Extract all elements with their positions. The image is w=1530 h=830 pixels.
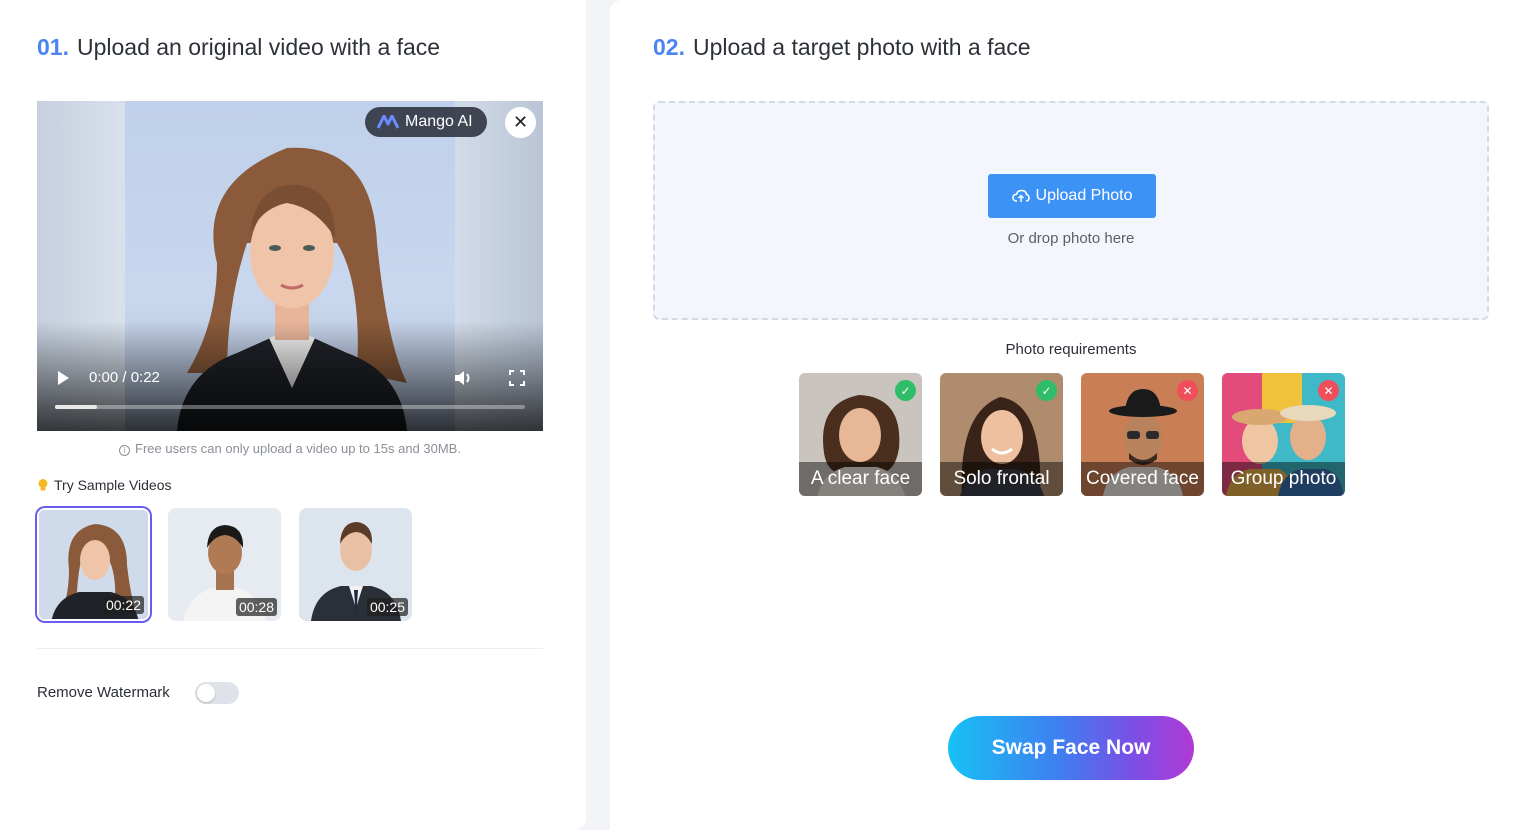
step-1-number: 01. [37,34,69,60]
step-1-text: Upload an original video with a face [76,34,441,60]
sample-videos-label: Try Sample Videos [54,477,172,493]
upload-photo-label: Upload Photo [1035,187,1133,204]
close-icon: ✕ [512,112,529,132]
video-time: 0:00 / 0:22 [89,369,160,386]
mango-ai-badge: Mango AI [365,107,487,137]
requirement-group-photo: ✕ Group photo [1222,373,1345,496]
cross-icon: ✕ [1177,380,1198,401]
sample-video-2[interactable]: 00:28 [168,508,281,621]
volume-icon[interactable] [453,369,473,387]
cross-icon: ✕ [1318,380,1339,401]
requirement-covered-face: ✕ Covered face [1081,373,1204,496]
requirement-solo-frontal-label: Solo frontal [940,462,1063,496]
bulb-icon [38,479,48,491]
sample-video-3[interactable]: 00:25 [299,508,412,621]
mango-logo-icon [377,115,399,129]
fullscreen-icon[interactable] [508,369,526,387]
step-1-title: 01. Upload an original video with a face [37,34,440,61]
sample-video-1[interactable]: 00:22 [37,508,150,621]
video-player[interactable]: Mango AI ✕ 0:00 / 0:22 [37,101,543,431]
requirement-clear-face: ✓ A clear face [799,373,922,496]
sample-video-3-duration: 00:25 [366,598,408,616]
sample-videos-heading: Try Sample Videos [37,477,172,493]
photo-upload-panel: 02. Upload a target photo with a face Upl… [610,0,1530,830]
info-icon: i [119,445,131,456]
step-2-text: Upload a target photo with a face [692,34,1031,60]
requirement-solo-frontal: ✓ Solo frontal [940,373,1063,496]
video-upload-panel: 01. Upload an original video with a face … [0,0,586,830]
requirement-group-photo-label: Group photo [1222,462,1345,496]
photo-requirements-title: Photo requirements [1005,341,1137,358]
check-icon: ✓ [895,380,916,401]
requirement-clear-face-label: A clear face [799,462,922,496]
upload-photo-button[interactable]: Upload Photo [988,174,1156,218]
upload-limit-note: i Free users can only upload a video up t… [37,441,543,456]
step-2-title: 02. Upload a target photo with a face [653,34,1031,61]
video-progress-fill [55,405,98,409]
sample-video-1-duration: 00:22 [102,596,144,614]
step-2-number: 02. [653,34,685,60]
toggle-knob [197,684,215,702]
remove-watermark-toggle[interactable] [195,682,239,704]
play-icon[interactable] [55,369,71,387]
video-progress-bar[interactable] [55,405,525,409]
swap-face-now-button[interactable]: Swap Face Now [948,716,1194,780]
sample-video-2-duration: 00:28 [235,598,277,616]
sample-video-list: 00:22 00:28 00:25 [37,508,412,621]
cloud-upload-icon [1011,189,1030,202]
close-video-button[interactable]: ✕ [505,107,536,138]
photo-requirements-list: ✓ A clear face ✓ Solo frontal ✕ Covered … [799,373,1345,496]
section-divider [37,648,543,649]
check-icon: ✓ [1036,380,1057,401]
drop-photo-text: Or drop photo here [1007,230,1135,247]
upload-limit-text: Free users can only upload a video up to… [135,441,461,456]
requirement-covered-face-label: Covered face [1081,462,1204,496]
brand-name: Mango AI [405,113,473,130]
photo-dropzone[interactable]: Upload Photo Or drop photo here [653,101,1489,320]
remove-watermark-label: Remove Watermark [37,684,170,701]
